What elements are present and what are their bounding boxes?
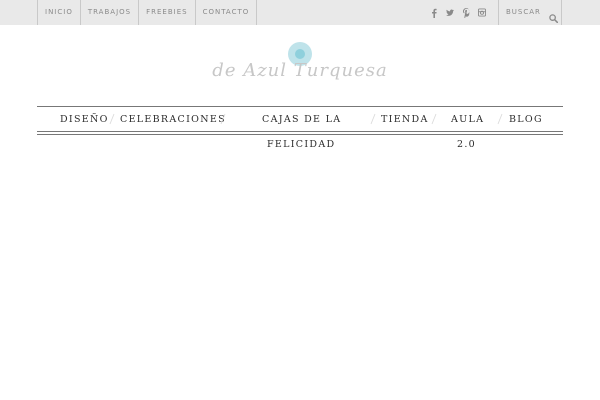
nav-bottom-rule-double [37,134,563,135]
search-box[interactable]: BUSCAR [498,0,562,25]
twitter-icon[interactable] [446,8,454,18]
nav-separator [220,111,226,125]
main-nav: DISEÑO CELEBRACIONES CAJAS DE LA FELICID… [37,106,563,150]
top-nav: INICIO TRABAJOS FREEBIES CONTACTO [37,0,258,25]
nav-item-aula-2-0[interactable]: AULA [451,114,484,125]
search-icon[interactable] [549,8,559,27]
logo-circle-inner [295,49,305,59]
social-links [430,0,486,25]
facebook-icon[interactable] [430,8,438,18]
site-logo[interactable]: de Azul Turquesa [210,38,390,93]
top-nav-inicio[interactable]: INICIO [38,0,81,25]
nav-item-aula-2-0-line2[interactable]: 2.0 [457,139,476,150]
nav-separator [109,111,115,125]
top-nav-trabajos[interactable]: TRABAJOS [81,0,140,25]
nav-item-cajas-de-la-felicidad[interactable]: CAJAS DE LA [262,114,341,125]
nav-item-celebraciones[interactable]: CELEBRACIONES [120,114,226,125]
nav-separator [370,111,376,125]
nav-bottom-rule [37,131,563,132]
instagram-icon[interactable] [478,8,486,18]
nav-separator [497,111,503,125]
nav-top-rule [37,106,563,107]
logo-text: de Azul Turquesa [212,60,388,81]
search-label[interactable]: BUSCAR [506,0,541,25]
nav-item-blog[interactable]: BLOG [509,114,543,125]
pinterest-icon[interactable] [462,7,470,18]
nav-item-cajas-de-la-felicidad-line2[interactable]: FELICIDAD [267,139,335,150]
top-nav-freebies[interactable]: FREEBIES [139,0,196,25]
nav-separator [431,111,437,125]
nav-item-tienda[interactable]: TIENDA [381,114,429,125]
top-bar: INICIO TRABAJOS FREEBIES CONTACTO BUSCAR [0,0,600,25]
top-nav-contacto[interactable]: CONTACTO [196,0,258,25]
nav-item-diseno[interactable]: DISEÑO [60,114,109,125]
